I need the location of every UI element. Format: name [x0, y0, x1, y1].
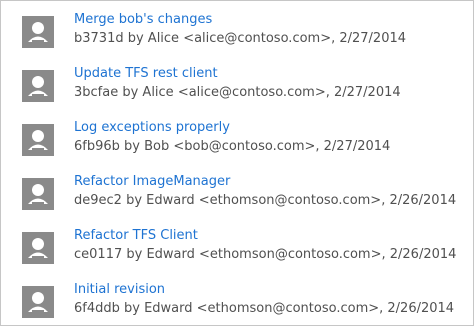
commit-meta: ce0117 by Edward <ethomson@contoso.com>,…	[74, 247, 457, 262]
user-avatar-icon	[22, 178, 54, 210]
commit-title-link[interactable]: Log exceptions properly	[74, 120, 230, 135]
commit-item[interactable]: Refactor TFS Client ce0117 by Edward <et…	[1, 223, 473, 277]
user-avatar-icon	[22, 70, 54, 102]
commit-meta: b3731d by Alice <alice@contoso.com>, 2/2…	[74, 31, 407, 46]
commit-title-link[interactable]: Refactor TFS Client	[74, 228, 198, 243]
user-avatar-icon	[22, 16, 54, 48]
commit-list-panel: Merge bob's changes b3731d by Alice <ali…	[0, 0, 474, 326]
commit-item[interactable]: Log exceptions properly 6fb96b by Bob <b…	[1, 115, 473, 169]
commit-title-link[interactable]: Merge bob's changes	[74, 12, 212, 27]
user-avatar-icon	[22, 124, 54, 156]
commit-list: Merge bob's changes b3731d by Alice <ali…	[1, 1, 473, 325]
commit-item[interactable]: Initial revision 6f4ddb by Edward <ethom…	[1, 277, 473, 325]
commit-meta: de9ec2 by Edward <ethomson@contoso.com>,…	[74, 193, 457, 208]
commit-meta: 6f4ddb by Edward <ethomson@contoso.com>,…	[74, 301, 455, 316]
commit-title-link[interactable]: Refactor ImageManager	[74, 174, 230, 189]
commit-item[interactable]: Update TFS rest client 3bcfae by Alice <…	[1, 61, 473, 115]
commit-meta: 3bcfae by Alice <alice@contoso.com>, 2/2…	[74, 85, 401, 100]
commit-meta: 6fb96b by Bob <bob@contoso.com>, 2/27/20…	[74, 139, 391, 154]
commit-title-link[interactable]: Update TFS rest client	[74, 66, 218, 81]
commit-item[interactable]: Refactor ImageManager de9ec2 by Edward <…	[1, 169, 473, 223]
commit-title-link[interactable]: Initial revision	[74, 282, 165, 297]
commit-item[interactable]: Merge bob's changes b3731d by Alice <ali…	[1, 7, 473, 61]
user-avatar-icon	[22, 232, 54, 264]
user-avatar-icon	[22, 286, 54, 318]
